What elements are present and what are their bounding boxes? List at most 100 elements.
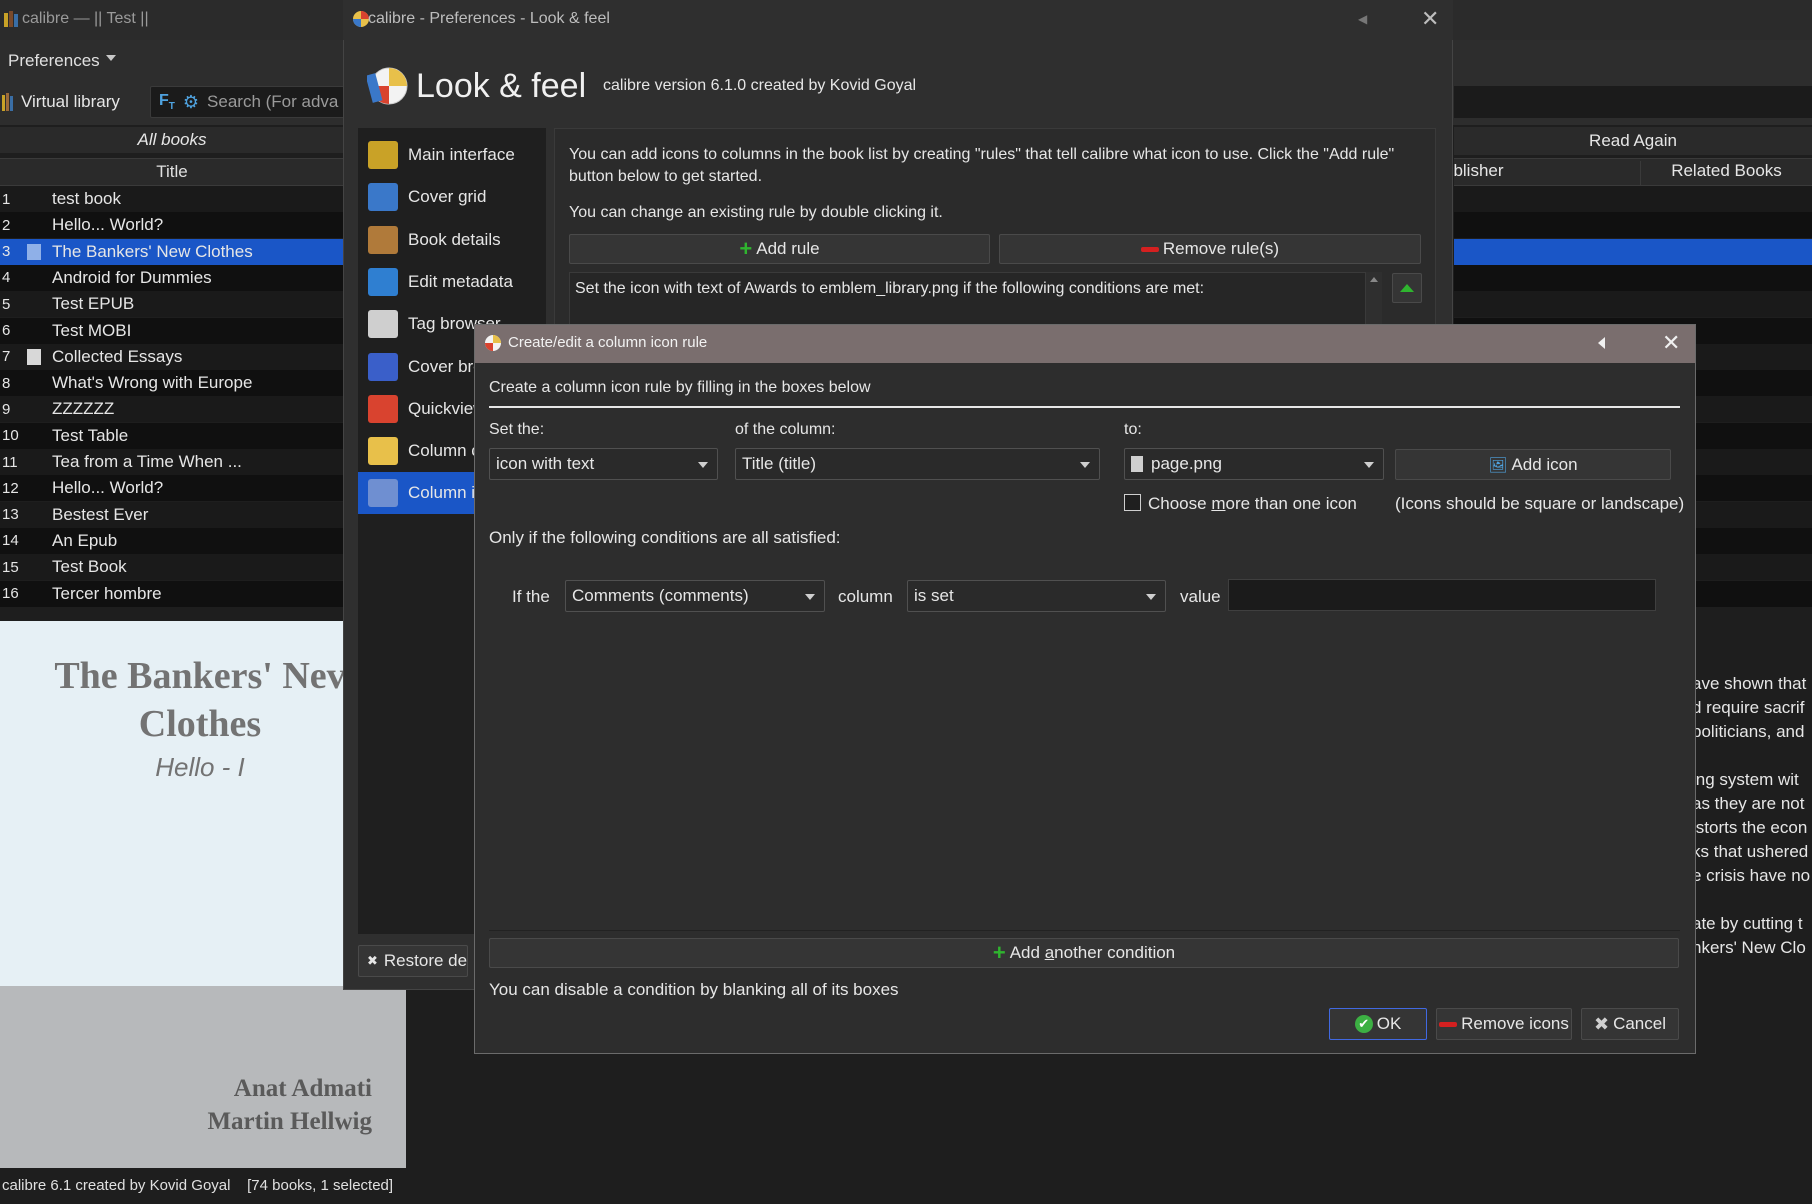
search-input[interactable]: FT ⚙ Search (For adva <box>150 86 350 118</box>
cancel-label: Cancel <box>1613 1014 1666 1033</box>
column-header-title[interactable]: Title <box>0 158 344 186</box>
book-list[interactable]: 1 test book 2 Hello... World? 3 The Bankers' … <box>0 186 344 612</box>
calibre-app-icon <box>4 11 19 27</box>
column-select[interactable]: Title (title) <box>735 448 1100 480</box>
book-title-cell: Hello... World? <box>52 478 164 498</box>
choose-more-than-one-icon-label[interactable]: Choose more than one icon <box>1148 494 1357 514</box>
choose-more-than-one-icon-checkbox[interactable] <box>1124 494 1141 511</box>
scrollbar[interactable] <box>1366 272 1382 326</box>
row-number: 10 <box>2 427 19 445</box>
table-row-extension[interactable] <box>1454 186 1812 212</box>
icon-select[interactable]: page.png <box>1124 448 1384 480</box>
preferences-window-title: calibre - Preferences - Look & feel <box>368 10 610 27</box>
scroll-up-icon[interactable] <box>1370 277 1378 282</box>
book-title-cell: Collected Essays <box>52 346 183 366</box>
row-number: 7 <box>2 348 11 366</box>
grid-icon <box>368 183 398 212</box>
table-row[interactable]: 2 Hello... World? <box>0 212 344 239</box>
sidebar-item-edit-metadata[interactable]: Edit metadata <box>358 261 546 303</box>
add-another-condition-button[interactable]: + Add another condition <box>489 938 1679 968</box>
book-title-cell: Hello... World? <box>52 215 164 235</box>
add-condition-text-1: Add <box>1009 943 1045 962</box>
table-row[interactable]: 9 ZZZZZZ <box>0 396 344 423</box>
close-icon[interactable]: ✕ <box>1421 6 1439 32</box>
description-line: politicians, and <box>1692 722 1805 741</box>
add-icon-label: Add icon <box>1511 454 1578 474</box>
table-row[interactable]: 1 test book <box>0 186 344 212</box>
table-row[interactable]: 10 Test Table <box>0 422 344 449</box>
cover-author-2: Martin Hellwig <box>207 1108 372 1135</box>
choose-more-mnemonic: m <box>1211 494 1226 513</box>
table-row-extension[interactable] <box>1454 291 1812 318</box>
cover-subtitle: Hello - I <box>155 752 245 782</box>
book-title-cell: Android for Dummies <box>52 267 212 287</box>
book-title-cell: An Epub <box>52 530 118 550</box>
description-paragraph: ing system wit as they are not istorts the… <box>1692 768 1812 888</box>
cancel-button[interactable]: ✖ Cancel <box>1581 1008 1679 1040</box>
table-row[interactable]: 8 What's Wrong with Europe <box>0 370 344 397</box>
preferences-menu[interactable]: Preferences <box>8 51 100 71</box>
virtual-library-button[interactable]: Virtual library <box>2 89 120 115</box>
column-header-related-books[interactable]: Related Books <box>1640 161 1812 185</box>
column-value: Title (title) <box>742 454 816 473</box>
condition-column-value: Comments (comments) <box>572 586 749 605</box>
divider <box>489 406 1680 408</box>
remove-icons-button[interactable]: Remove icons <box>1436 1008 1572 1040</box>
table-row[interactable]: 7 Collected Essays <box>0 343 344 370</box>
add-condition-mnemonic: a <box>1044 943 1055 962</box>
add-icon-button[interactable]: 🖼 Add icon <box>1395 449 1671 480</box>
description-line: istorts the econ <box>1692 818 1808 837</box>
sidebar-item-cover-grid[interactable]: Cover grid <box>358 176 546 218</box>
description-line: ing system wit <box>1692 770 1799 789</box>
icon-value: page.png <box>1151 454 1222 473</box>
table-row[interactable]: 5 Test EPUB <box>0 291 344 318</box>
add-image-icon: 🖼 <box>1488 456 1508 474</box>
column-header-read-again[interactable]: Read Again <box>1454 127 1812 155</box>
table-row[interactable]: 11 Tea from a Time When ... <box>0 449 344 475</box>
close-icon[interactable]: ✕ <box>1662 330 1680 356</box>
table-row[interactable]: 16 Tercer hombre <box>0 580 344 607</box>
virtual-library-label: Virtual library <box>21 92 120 111</box>
chevron-down-icon[interactable] <box>106 55 116 61</box>
table-row[interactable]: 14 An Epub <box>0 527 344 554</box>
description-line: ate by cutting t <box>1692 914 1803 933</box>
table-row[interactable]: 4 Android for Dummies <box>0 264 344 291</box>
of-the-column-label: of the column: <box>735 421 836 438</box>
search-input-extension[interactable] <box>1454 86 1812 118</box>
set-the-select[interactable]: icon with text <box>489 448 718 480</box>
gear-icon[interactable]: ⚙ <box>183 92 199 113</box>
version-label: calibre version 6.1.0 created by Kovid G… <box>603 77 917 94</box>
collapse-icon[interactable] <box>1598 337 1605 349</box>
row-number: 2 <box>2 216 11 234</box>
table-row-extension[interactable] <box>1454 212 1812 239</box>
table-row[interactable]: 15 Test Book <box>0 554 344 581</box>
table-row-extension[interactable] <box>1454 238 1812 265</box>
condition-value-input[interactable] <box>1228 579 1656 611</box>
description-paragraph: ate by cutting t nkers' New Clo <box>1692 912 1812 960</box>
sidebar-item-label: Cover grid <box>408 187 487 207</box>
table-row[interactable]: 3 The Bankers' New Clothes <box>0 238 344 265</box>
add-rule-button[interactable]: + Add rule <box>569 234 990 264</box>
library-icon <box>2 93 16 111</box>
book-title-cell: Tea from a Time When ... <box>52 452 242 471</box>
remove-rules-button[interactable]: Remove rule(s) <box>999 234 1421 264</box>
ok-button[interactable]: ✔ OK <box>1329 1008 1427 1040</box>
table-row[interactable]: 12 Hello... World? <box>0 475 344 502</box>
rule-item[interactable]: Set the icon with text of Awards to embl… <box>575 280 1204 298</box>
table-row-extension[interactable] <box>1454 264 1812 291</box>
sidebar-item-main-interface[interactable]: Main interface <box>358 134 546 176</box>
restore-defaults-button[interactable]: ✖ Restore defa <box>358 945 468 977</box>
collapse-icon[interactable]: ◀ <box>1358 12 1367 26</box>
condition-operator-select[interactable]: is set <box>907 580 1166 612</box>
dialog-title: Create/edit a column icon rule <box>508 334 708 351</box>
sidebar-item-label: Column ic <box>408 483 484 503</box>
table-row[interactable]: 6 Test MOBI <box>0 317 344 344</box>
full-text-search-icon[interactable]: FT <box>159 92 175 112</box>
sidebar-item-book-details[interactable]: Book details <box>358 219 546 261</box>
condition-column-select[interactable]: Comments (comments) <box>565 580 825 612</box>
sidebar-item-label: Cover bro <box>408 356 483 376</box>
cover-authors: Anat Admati Martin Hellwig <box>120 1072 372 1138</box>
move-up-button[interactable] <box>1392 273 1422 303</box>
dialog-heading: Create a column icon rule by filling in … <box>489 379 871 396</box>
table-row[interactable]: 13 Bestest Ever <box>0 501 344 528</box>
